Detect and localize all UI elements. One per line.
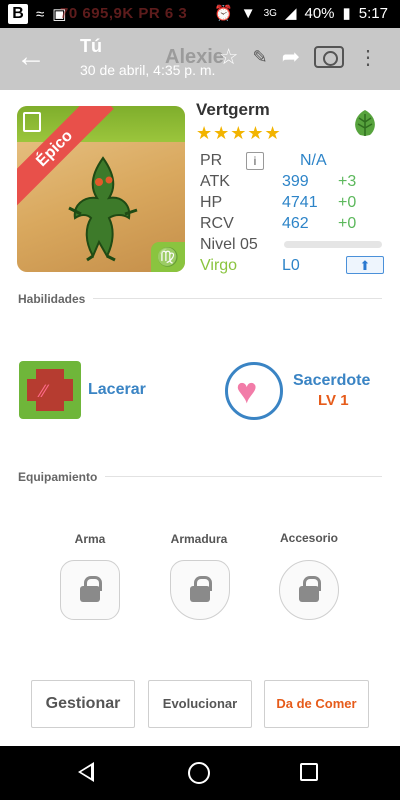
battery-label: 40% [304,4,335,22]
monster-portrait[interactable]: Épico ♍ [17,106,185,272]
monster-image [68,156,138,262]
network-label: 3G [263,7,277,19]
level-row: Nivel 05 [200,234,384,255]
stat-key: HP [200,193,223,211]
stat-row-rcv: RCV 462 +0 [200,213,384,234]
status-left: B ≈ ▣ [8,4,66,24]
stat-row-pr: PR i N/A [200,150,384,171]
nav-home-icon[interactable] [188,762,210,784]
equip-label-arma: Arma [74,532,106,546]
equip-label-armadura: Armadura [170,532,228,546]
back-arrow-icon[interactable]: ← [16,42,50,76]
stat-value: 462 [282,214,309,232]
stat-key: RCV [200,214,234,232]
stat-value: 399 [282,172,309,190]
upgrade-arrow-icon[interactable]: ⬆ [346,256,384,274]
skill-name-lacerar[interactable]: Lacerar [88,381,146,399]
heart-icon: ♥ [236,370,258,411]
nav-recents-icon[interactable] [300,763,318,781]
edit-icon[interactable]: ✎ [252,47,267,68]
stat-bonus: +0 [338,214,357,232]
star-rating: ★★★★★ [196,123,282,143]
stat-bonus: +3 [338,172,357,190]
skills-section-header: Habilidades [18,290,382,308]
feed-button[interactable]: Da de Comer [264,680,369,728]
info-icon[interactable]: i [246,151,264,170]
limit-value: L0 [282,256,300,274]
cross-shape [27,379,73,401]
lock-icon [80,576,102,602]
stat-row-atk: ATK 399 +3 [200,171,384,192]
action-icons: ☆ ✎ ➦ ⋮ [219,44,378,70]
action-bar: ← Alexie Tú 30 de abril, 4:35 p. m. ☆ ✎ … [0,28,400,90]
monster-card: Épico ♍ Vertgerm ★★★★★ PR i N/A ATK 399 … [0,90,400,746]
stat-key: ATK [200,172,230,190]
stat-key: PR [200,151,223,169]
share-icon[interactable]: ➦ [282,44,300,70]
leaf-icon [355,110,375,136]
zodiac-row: Virgo L0 ⬆ [200,255,384,276]
nav-back-icon[interactable] [78,762,94,782]
claw-mark-icon: ∕∕ [41,381,48,401]
app-b-icon: B [8,4,28,24]
page-subtitle: 30 de abril, 4:35 p. m. [80,62,216,78]
clock: 5:17 [358,4,388,22]
level-label: Nivel 05 [200,235,258,253]
status-right: ⏰ ▼ 3G ◢ 40% ▮ 5:17 [214,4,388,23]
lacerar-skill-icon[interactable]: ∕∕ [19,361,81,419]
alarm-icon: ⏰ [214,5,233,22]
accessory-slot[interactable] [279,560,339,620]
navigation-bar [0,746,400,800]
level-progress-bar [284,241,382,248]
weapon-slot[interactable] [60,560,120,620]
equipment-heading: Equipamiento [18,470,106,484]
note-icon[interactable] [23,112,41,132]
overlay-ghost-text: 70 695,9K PR 6 3 [60,5,188,22]
stat-value: 4741 [282,193,318,211]
armor-slot[interactable] [170,560,230,620]
manage-button[interactable]: Gestionar [31,680,135,728]
lock-icon [190,576,212,602]
star-icon[interactable]: ☆ [219,44,239,70]
stats-panel: PR i N/A ATK 399 +3 HP 4741 +0 RCV 462 +… [200,150,384,276]
lock-icon [299,576,321,602]
skill-name-sacerdote[interactable]: Sacerdote [293,372,370,390]
skill-level: LV 1 [318,392,349,409]
camera-icon[interactable] [314,46,344,68]
evolve-button[interactable]: Evolucionar [148,680,252,728]
stat-row-hp: HP 4741 +0 [200,192,384,213]
more-options-icon[interactable]: ⋮ [358,45,378,70]
link-icon: ≈ [36,5,45,23]
battery-icon: ▮ [342,5,351,22]
wifi-icon: ▼ [240,4,256,22]
signal-icon: ◢ [284,5,297,22]
stat-value: N/A [300,151,327,169]
stat-bonus: +0 [338,193,357,211]
page-title: Tú [80,36,102,56]
equipment-section-header: Equipamiento [18,468,382,486]
zodiac-name: Virgo [200,256,238,274]
equip-label-accesorio: Accesorio [279,531,339,545]
monster-name: Vertgerm [196,100,270,119]
skills-heading: Habilidades [18,292,94,306]
zodiac-badge-icon: ♍ [151,242,185,272]
status-bar: B ≈ ▣ 70 695,9K PR 6 3 ⏰ ▼ 3G ◢ 40% ▮ 5:… [0,0,400,28]
sacerdote-skill-icon[interactable]: ♥ [225,362,283,420]
